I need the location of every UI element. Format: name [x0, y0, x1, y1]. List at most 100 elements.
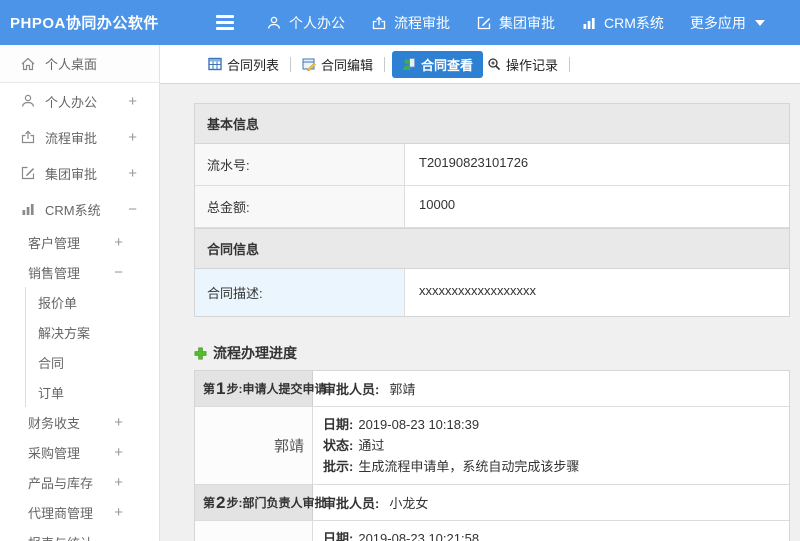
- sidebar-item-label: 合同: [38, 355, 65, 371]
- tab-divider: [290, 56, 292, 72]
- sidebar-item-solution[interactable]: 解决方案: [26, 317, 159, 347]
- sidebar-item-label: 订单: [38, 385, 65, 401]
- topnav-crm[interactable]: CRM系统: [581, 13, 664, 33]
- workflow-icon: [20, 129, 36, 145]
- caret-down-icon: [754, 19, 765, 26]
- approver-cell: 审批人员: 小龙女: [313, 485, 789, 520]
- expand-icon[interactable]: +: [128, 165, 137, 182]
- process-table: 第 1 步:申请人提交申请 审批人员: 郭靖 郭靖 日期: 2019-08-23 10…: [194, 370, 790, 541]
- process-title-text: 流程办理进度: [213, 345, 297, 361]
- topnav-workflow-approval[interactable]: 流程审批: [371, 13, 450, 33]
- topnav-label: 更多应用: [689, 14, 746, 31]
- approver-name-cell: 郭靖: [195, 407, 313, 484]
- hamburger-icon[interactable]: [216, 15, 234, 30]
- zoom-log-icon: [487, 57, 501, 71]
- app-title: PHPOA协同办公软件: [10, 15, 159, 32]
- field-value-serial-number: T20190823101726: [419, 155, 529, 170]
- sidebar-item-reports[interactable]: 报表与统计: [0, 527, 159, 541]
- step-label: 第 2 步:部门负责人审批: [195, 485, 326, 520]
- sidebar-item-purchase-mgmt[interactable]: 采购管理 +: [0, 437, 159, 467]
- approver-cell: 审批人员: 郭靖: [313, 371, 789, 406]
- field-label: 流水号:: [195, 144, 405, 185]
- approver-label: 审批人员:: [323, 496, 380, 511]
- sidebar-item-personal-office[interactable]: 个人办公 +: [0, 83, 159, 119]
- tab-operation-log[interactable]: 操作记录: [483, 51, 562, 78]
- sidebar-item-agent-mgmt[interactable]: 代理商管理 +: [0, 497, 159, 527]
- form-row-description: 合同描述: xxxxxxxxxxxxxxxxxx: [195, 269, 789, 316]
- sidebar-item-order[interactable]: 订单: [26, 377, 159, 407]
- tab-contract-view[interactable]: 合同查看: [392, 50, 484, 78]
- sidebar-item-product-inventory[interactable]: 产品与库存 +: [0, 467, 159, 497]
- sidebar-item-customer-mgmt[interactable]: 客户管理 +: [0, 227, 159, 257]
- field-value-description: xxxxxxxxxxxxxxxxxx: [419, 283, 536, 298]
- topnav-group-approval[interactable]: 集团审批: [476, 13, 555, 33]
- section-header-basic-info: 基本信息: [195, 104, 789, 144]
- expand-icon[interactable]: +: [128, 129, 137, 146]
- step-post: 步:申请人提交申请: [226, 382, 327, 396]
- detail-line-comment: 批示: 生成流程申请单，系统自动完成该步骤: [323, 459, 580, 474]
- step-pre: 第: [203, 496, 216, 510]
- tab-contract-list[interactable]: 合同列表: [204, 51, 283, 78]
- expand-icon[interactable]: +: [114, 504, 123, 521]
- topnav-label: CRM系统: [604, 14, 664, 31]
- sidebar-item-label: 财务收支: [28, 415, 81, 431]
- sidebar-item-label: 销售管理: [28, 265, 81, 281]
- workflow-icon: [371, 15, 387, 31]
- tab-label: 操作记录: [506, 57, 559, 73]
- sidebar-item-label: 流程审批: [45, 130, 98, 146]
- step-pre: 第: [203, 382, 216, 396]
- section-header-contract-info: 合同信息: [195, 228, 789, 269]
- sidebar-item-label: 解决方案: [38, 325, 91, 341]
- sidebar-item-quotation[interactable]: 报价单: [26, 287, 159, 317]
- sidebar-item-contract[interactable]: 合同: [26, 347, 159, 377]
- topnav-more-apps[interactable]: 更多应用: [690, 13, 765, 33]
- sidebar-item-workflow-approval[interactable]: 流程审批 +: [0, 119, 159, 155]
- expand-icon[interactable]: +: [128, 93, 137, 110]
- tab-contract-edit[interactable]: 合同编辑: [298, 51, 377, 78]
- expand-icon[interactable]: +: [114, 444, 123, 461]
- topnav-label: 流程审批: [394, 14, 450, 31]
- topnav-label: 个人办公: [289, 14, 345, 31]
- field-label: 总金额:: [195, 186, 405, 227]
- edit-icon: [20, 165, 36, 181]
- sales-submenu: 报价单 解决方案 合同 订单: [25, 287, 159, 407]
- expand-icon[interactable]: +: [114, 414, 123, 431]
- approver-label: 审批人员:: [323, 382, 380, 397]
- sidebar-item-label: 采购管理: [28, 445, 81, 461]
- sidebar-item-label: 客户管理: [28, 235, 81, 251]
- form-row-serial: 流水号: T20190823101726: [195, 144, 789, 186]
- sidebar-item-sales-mgmt[interactable]: 销售管理 −: [0, 257, 159, 287]
- topnav-personal-office[interactable]: 个人办公: [266, 13, 345, 33]
- sidebar-item-crm[interactable]: CRM系统 −: [0, 191, 159, 227]
- detail-line-date: 日期: 2019-08-23 10:21:58: [323, 531, 480, 541]
- process-step-detail-row: 郭靖 日期: 2019-08-23 10:18:39 状态: 通过 批示: 生成流程申…: [195, 407, 789, 485]
- expand-icon[interactable]: +: [114, 234, 123, 251]
- sidebar: 个人桌面 个人办公 + 流程审批 + 集团审批 + CRM系统 − 客户管理 +…: [0, 45, 160, 541]
- topbar: PHPOA协同办公软件 个人办公 流程审批 集团审批 CRM系统 更多应用: [0, 0, 800, 45]
- expand-icon[interactable]: +: [114, 474, 123, 491]
- tab-label: 合同列表: [227, 57, 280, 73]
- field-value-total-amount: 10000: [419, 197, 456, 212]
- chart-icon: [20, 201, 36, 217]
- main-content: 基本信息 流水号: T20190823101726 总金额: 10000 合同信…: [160, 84, 800, 541]
- contract-detail-panel: 基本信息 流水号: T20190823101726 总金额: 10000 合同信…: [194, 103, 790, 317]
- view-icon: [402, 57, 416, 71]
- approver-name-cell: 小龙女: [195, 521, 313, 541]
- collapse-icon[interactable]: −: [114, 264, 123, 281]
- user-icon: [20, 93, 36, 109]
- collapse-icon[interactable]: −: [128, 201, 137, 218]
- sidebar-item-finance[interactable]: 财务收支 +: [0, 407, 159, 437]
- chart-icon: [581, 15, 597, 31]
- edit-doc-icon: [302, 57, 316, 71]
- approver-name: 小龙女: [389, 496, 429, 511]
- step-detail-cell: 日期: 2019-08-23 10:18:39 状态: 通过 批示: 生成流程申请单，…: [313, 407, 789, 484]
- detail-line-date: 日期: 2019-08-23 10:18:39: [323, 417, 480, 432]
- tab-label: 合同编辑: [321, 57, 374, 73]
- sidebar-item-group-approval[interactable]: 集团审批 +: [0, 155, 159, 191]
- tab-divider: [384, 56, 386, 72]
- sidebar-item-label: 报价单: [38, 295, 78, 311]
- home-icon: [20, 56, 36, 72]
- sidebar-item-desktop[interactable]: 个人桌面: [0, 45, 159, 83]
- step-post: 步:部门负责人审批: [226, 496, 327, 510]
- plus-icon: [194, 347, 207, 360]
